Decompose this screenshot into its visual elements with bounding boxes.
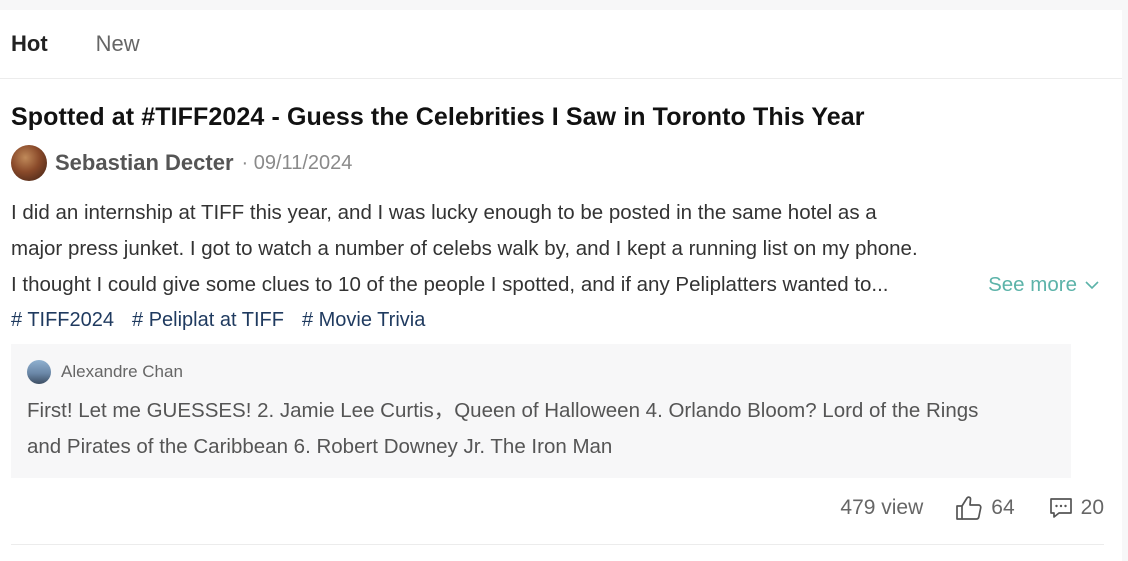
top-comment[interactable]: Alexandre Chan First! Let me GUESSES! 2.…: [11, 344, 1071, 478]
post-stats: 479 view 64 20: [840, 495, 1104, 521]
post-date: · 09/11/2024: [241, 151, 353, 174]
post-body-line: major press junket. I got to watch a num…: [11, 237, 918, 260]
author-avatar[interactable]: [11, 145, 47, 181]
commenter-avatar[interactable]: [27, 360, 51, 384]
post-body: I did an internship at TIFF this year, a…: [11, 195, 1111, 303]
tab-new[interactable]: New: [96, 31, 140, 57]
like-button[interactable]: 64: [955, 495, 1015, 521]
post-body-line: I did an internship at TIFF this year, a…: [11, 201, 877, 224]
view-count: 479 view: [840, 496, 924, 519]
feed-tabs: Hot New: [0, 10, 1122, 79]
tab-hot[interactable]: Hot: [11, 31, 48, 57]
tag-tiff2024[interactable]: # TIFF2024: [11, 309, 114, 332]
author-name[interactable]: Sebastian Decter: [55, 150, 234, 176]
see-more-label: See more: [988, 273, 1077, 296]
commenter-name[interactable]: Alexandre Chan: [61, 362, 183, 382]
tag-movie-trivia[interactable]: # Movie Trivia: [302, 309, 425, 332]
post-card: Spotted at #TIFF2024 - Guess the Celebri…: [0, 103, 1122, 478]
post-feed-panel: Hot New Spotted at #TIFF2024 - Guess the…: [0, 10, 1122, 561]
tag-list: # TIFF2024 # Peliplat at TIFF # Movie Tr…: [11, 309, 1111, 332]
chevron-down-icon: [1085, 281, 1099, 290]
post-title[interactable]: Spotted at #TIFF2024 - Guess the Celebri…: [11, 103, 1111, 132]
tag-peliplat-at-tiff[interactable]: # Peliplat at TIFF: [132, 309, 284, 332]
comment-button[interactable]: 20: [1049, 496, 1104, 520]
comment-text: First! Let me GUESSES! 2. Jamie Lee Curt…: [27, 393, 1055, 465]
comment-icon: [1049, 497, 1073, 519]
comment-line: and Pirates of the Caribbean 6. Robert D…: [27, 435, 613, 458]
post-body-line: I thought I could give some clues to 10 …: [11, 273, 889, 296]
divider: [11, 544, 1104, 545]
comment-header: Alexandre Chan: [27, 359, 1055, 385]
comment-line: First! Let me GUESSES! 2. Jamie Lee Curt…: [27, 399, 979, 422]
post-meta: Sebastian Decter · 09/11/2024: [11, 145, 1111, 181]
see-more-button[interactable]: See more: [988, 267, 1099, 303]
like-count: 64: [991, 496, 1015, 519]
thumbs-up-icon: [955, 495, 983, 521]
comment-count: 20: [1080, 496, 1104, 519]
